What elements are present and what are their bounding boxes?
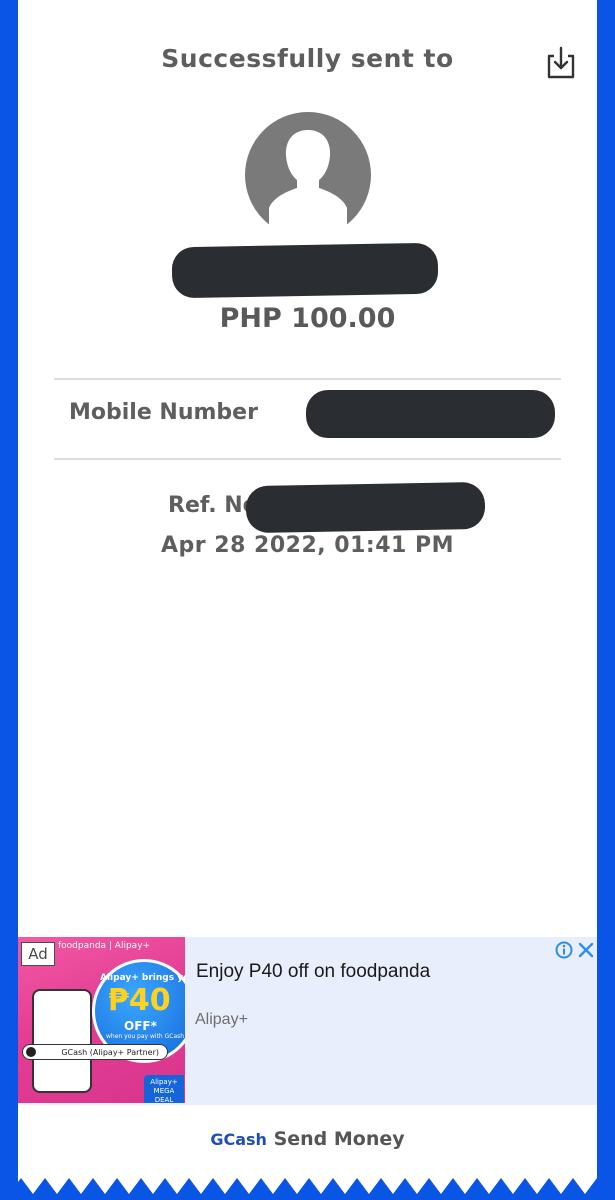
reference-number-label: Ref. No [168,493,258,518]
ad-partner-pill: GCash (Alipay+ Partner) [22,1044,168,1060]
gcash-brand: GCash [210,1130,267,1149]
check-icon [26,1047,36,1057]
ad-promo-sub: when you pay with GCash [106,1033,185,1040]
mobile-number-label: Mobile Number [69,400,258,425]
page-title: Successfully sent to [161,44,454,73]
ad-banner[interactable]: foodpanda | Alipay+ Alipay+ brings you ₱… [18,937,597,1105]
recipient-name-redacted [171,242,439,299]
default-avatar-icon [245,112,371,224]
download-icon[interactable] [545,46,577,80]
ad-deal-tag: Alipay+ MEGA DEAL [144,1075,184,1103]
divider-top [54,378,561,380]
ad-promo-brand: Alipay+ brings you [100,973,185,983]
amount-sent: PHP 100.00 [219,303,396,334]
transaction-datetime: Apr 28 2022, 01:41 PM [160,533,454,558]
ad-advertiser: Alipay+ [195,1011,248,1028]
ad-promo-amount: ₱40 [108,983,171,1018]
footer-label: GCash Send Money [18,1128,597,1150]
ad-headline[interactable]: Enjoy P40 off on foodpanda [196,961,430,983]
receipt-zigzag-edge [18,1160,597,1194]
mobile-number-redacted [306,390,555,438]
ad-image-brand-line: foodpanda | Alipay+ [58,941,151,951]
divider-bottom [54,458,561,460]
footer-send-money: Send Money [273,1128,405,1150]
info-icon[interactable] [555,941,573,959]
ad-badge: Ad [21,942,55,966]
close-icon[interactable] [578,941,594,959]
receipt-card: Successfully sent to PHP 100.00 Mobile N… [18,0,597,1178]
ad-phone-illustration [32,989,92,1093]
reference-number-redacted [245,481,486,534]
ad-promo-off: OFF* [124,1019,157,1033]
